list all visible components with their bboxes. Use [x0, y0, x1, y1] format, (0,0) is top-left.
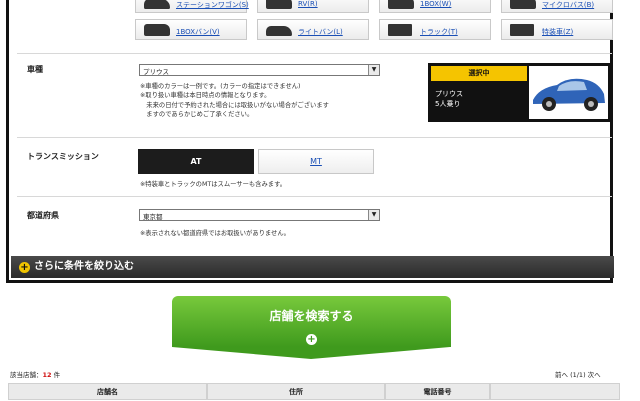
vehicle-type-1box[interactable]: 1BOX(W): [379, 0, 491, 13]
vehicle-type-station-wagon[interactable]: ステーションワゴン(S): [135, 0, 249, 13]
selected-badge: 選択中: [431, 66, 527, 81]
plus-circle-icon: +: [306, 334, 317, 345]
prefecture-select-value: 東京都: [143, 213, 163, 221]
search-stores-label: 店舗を検索する: [269, 309, 354, 323]
table-header-store-name: 店舗名: [8, 383, 207, 400]
selected-car-card: 選択中 プリウス 5人乗り: [428, 63, 611, 122]
vehicle-type-1box-van[interactable]: 1BOXバン(V): [135, 19, 247, 40]
transmission-note: ※特装車とトラックのMTはスムーサーも含みます。: [140, 181, 287, 188]
table-header-address: 住所: [207, 383, 385, 400]
car-model-select-value: プリウス: [143, 68, 169, 76]
car-model-select[interactable]: プリウス ▼: [139, 64, 380, 76]
microbus-icon: [510, 0, 536, 9]
divider: [17, 53, 612, 54]
car-model-notes: ※車種のカラーは一例です。(カラーの指定はできません) ※取り扱い車種は本日時点…: [140, 83, 329, 119]
light-van-icon: [266, 26, 292, 36]
prefecture-note: ※表示されない都道府県ではお取扱いがありません。: [140, 230, 290, 237]
narrow-conditions-bar[interactable]: + さらに条件を絞り込む: [11, 256, 614, 278]
transmission-at-button[interactable]: AT: [138, 149, 254, 174]
chevron-down-icon: ▼: [368, 65, 379, 75]
result-count: 該当店舗：12 件: [10, 371, 61, 379]
search-button-arrow: [172, 347, 450, 359]
pager[interactable]: 前へ (1/1) 次へ: [555, 369, 601, 379]
prefecture-label: 都道府県: [27, 211, 59, 220]
transmission-mt-button[interactable]: MT: [258, 149, 374, 174]
vehicle-type-rv[interactable]: RV(R): [257, 0, 369, 13]
1box-icon: [388, 0, 414, 9]
vehicle-type-microbus[interactable]: マイクロバス(B): [501, 0, 613, 13]
transmission-label: トランスミッション: [27, 152, 99, 161]
truck-icon: [388, 24, 412, 36]
divider: [17, 137, 612, 138]
station-wagon-icon: [144, 0, 170, 9]
rv-icon: [266, 0, 292, 9]
chevron-down-icon: ▼: [368, 210, 379, 220]
1box-van-icon: [144, 24, 170, 36]
vehicle-type-special[interactable]: 特装車(Z): [501, 19, 613, 40]
prefecture-select[interactable]: 東京都 ▼: [139, 209, 380, 221]
narrow-conditions-label: さらに条件を絞り込む: [34, 261, 134, 272]
car-model-label: 車種: [27, 65, 43, 74]
special-vehicle-icon: [510, 24, 534, 36]
vehicle-type-light-van[interactable]: ライトバン(L): [257, 19, 369, 40]
table-header-blank: [490, 383, 620, 400]
search-conditions-panel: ステーションワゴン(S) RV(R) 1BOX(W) マイクロバス(B) 1BO…: [6, 0, 614, 283]
divider: [17, 196, 612, 197]
vehicle-type-truck[interactable]: トラック(T): [379, 19, 491, 40]
plus-icon: +: [19, 262, 30, 273]
selected-car-info: プリウス 5人乗り: [435, 90, 463, 108]
table-header-phone: 電話番号: [385, 383, 490, 400]
car-image: [529, 66, 608, 119]
